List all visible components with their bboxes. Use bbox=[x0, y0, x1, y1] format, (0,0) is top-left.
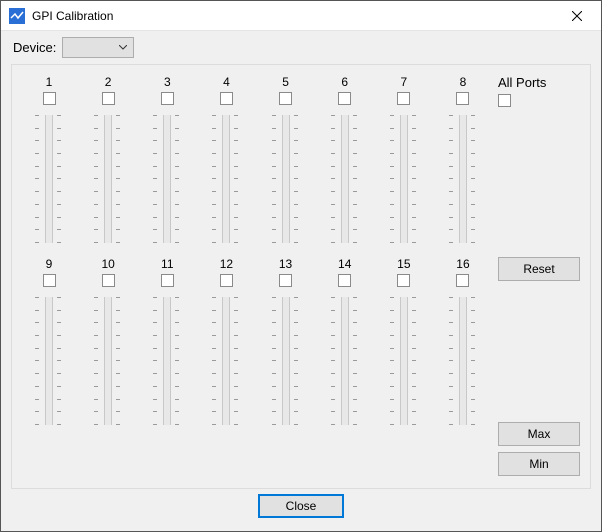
dialog-window: GPI Calibration Device: 1 2 3 4 5 6 7 bbox=[0, 0, 602, 532]
port-checkbox-3[interactable] bbox=[161, 92, 174, 105]
port-meter-14 bbox=[331, 297, 359, 425]
port-label: 12 bbox=[220, 257, 233, 271]
port-checkbox-8[interactable] bbox=[456, 92, 469, 105]
reset-button[interactable]: Reset bbox=[498, 257, 580, 281]
port-7: 7 bbox=[379, 75, 429, 243]
port-checkbox-4[interactable] bbox=[220, 92, 233, 105]
port-row-2: 9 10 11 12 13 14 15 16 bbox=[24, 257, 488, 425]
port-checkbox-7[interactable] bbox=[397, 92, 410, 105]
port-1: 1 bbox=[24, 75, 74, 243]
port-13: 13 bbox=[261, 257, 311, 425]
port-checkbox-11[interactable] bbox=[161, 274, 174, 287]
all-ports-checkbox[interactable] bbox=[498, 94, 511, 107]
port-checkbox-14[interactable] bbox=[338, 274, 351, 287]
port-label: 8 bbox=[460, 75, 467, 89]
port-8: 8 bbox=[438, 75, 488, 243]
port-meter-11 bbox=[153, 297, 181, 425]
port-2: 2 bbox=[83, 75, 133, 243]
min-button[interactable]: Min bbox=[498, 452, 580, 476]
port-meter-8 bbox=[449, 115, 477, 243]
port-checkbox-6[interactable] bbox=[338, 92, 351, 105]
port-label: 3 bbox=[164, 75, 171, 89]
port-meter-7 bbox=[390, 115, 418, 243]
port-3: 3 bbox=[142, 75, 192, 243]
port-checkbox-2[interactable] bbox=[102, 92, 115, 105]
port-checkbox-1[interactable] bbox=[43, 92, 56, 105]
client-area: Device: 1 2 3 4 5 6 7 8 9 10 bbox=[1, 31, 601, 531]
port-meter-3 bbox=[153, 115, 181, 243]
port-checkbox-15[interactable] bbox=[397, 274, 410, 287]
close-icon bbox=[572, 11, 582, 21]
port-14: 14 bbox=[320, 257, 370, 425]
device-row: Device: bbox=[11, 37, 591, 58]
port-meter-4 bbox=[212, 115, 240, 243]
titlebar: GPI Calibration bbox=[1, 1, 601, 31]
device-label: Device: bbox=[13, 40, 56, 55]
port-meter-6 bbox=[331, 115, 359, 243]
chevron-down-icon bbox=[119, 45, 127, 50]
port-label: 14 bbox=[338, 257, 351, 271]
port-6: 6 bbox=[320, 75, 370, 243]
all-ports-label: All Ports bbox=[498, 75, 580, 90]
port-checkbox-16[interactable] bbox=[456, 274, 469, 287]
port-label: 1 bbox=[46, 75, 53, 89]
close-button[interactable]: Close bbox=[258, 494, 344, 518]
port-meter-5 bbox=[272, 115, 300, 243]
port-label: 13 bbox=[279, 257, 292, 271]
port-label: 9 bbox=[46, 257, 53, 271]
port-checkbox-13[interactable] bbox=[279, 274, 292, 287]
port-meter-2 bbox=[94, 115, 122, 243]
ports-area: 1 2 3 4 5 6 7 8 9 10 11 12 13 14 15 bbox=[18, 75, 494, 482]
window-close-button[interactable] bbox=[557, 2, 597, 30]
port-label: 15 bbox=[397, 257, 410, 271]
side-panel: All Ports Reset Max Min bbox=[494, 75, 584, 482]
port-11: 11 bbox=[142, 257, 192, 425]
app-icon bbox=[9, 8, 25, 24]
port-16: 16 bbox=[438, 257, 488, 425]
port-10: 10 bbox=[83, 257, 133, 425]
port-9: 9 bbox=[24, 257, 74, 425]
port-12: 12 bbox=[201, 257, 251, 425]
port-meter-12 bbox=[212, 297, 240, 425]
port-checkbox-5[interactable] bbox=[279, 92, 292, 105]
port-checkbox-12[interactable] bbox=[220, 274, 233, 287]
port-label: 2 bbox=[105, 75, 112, 89]
port-15: 15 bbox=[379, 257, 429, 425]
port-label: 6 bbox=[341, 75, 348, 89]
device-select[interactable] bbox=[62, 37, 134, 58]
max-button[interactable]: Max bbox=[498, 422, 580, 446]
port-label: 7 bbox=[401, 75, 408, 89]
port-5: 5 bbox=[261, 75, 311, 243]
port-label: 11 bbox=[161, 257, 173, 271]
port-meter-1 bbox=[35, 115, 63, 243]
port-meter-10 bbox=[94, 297, 122, 425]
port-meter-15 bbox=[390, 297, 418, 425]
port-label: 10 bbox=[101, 257, 114, 271]
port-meter-13 bbox=[272, 297, 300, 425]
calibration-groupbox: 1 2 3 4 5 6 7 8 9 10 11 12 13 14 15 bbox=[11, 64, 591, 489]
port-checkbox-9[interactable] bbox=[43, 274, 56, 287]
port-row-1: 1 2 3 4 5 6 7 8 bbox=[24, 75, 488, 243]
port-meter-16 bbox=[449, 297, 477, 425]
port-meter-9 bbox=[35, 297, 63, 425]
window-title: GPI Calibration bbox=[32, 9, 557, 23]
bottom-bar: Close bbox=[11, 489, 591, 523]
port-checkbox-10[interactable] bbox=[102, 274, 115, 287]
port-label: 5 bbox=[282, 75, 289, 89]
port-label: 16 bbox=[456, 257, 469, 271]
port-label: 4 bbox=[223, 75, 230, 89]
port-4: 4 bbox=[201, 75, 251, 243]
